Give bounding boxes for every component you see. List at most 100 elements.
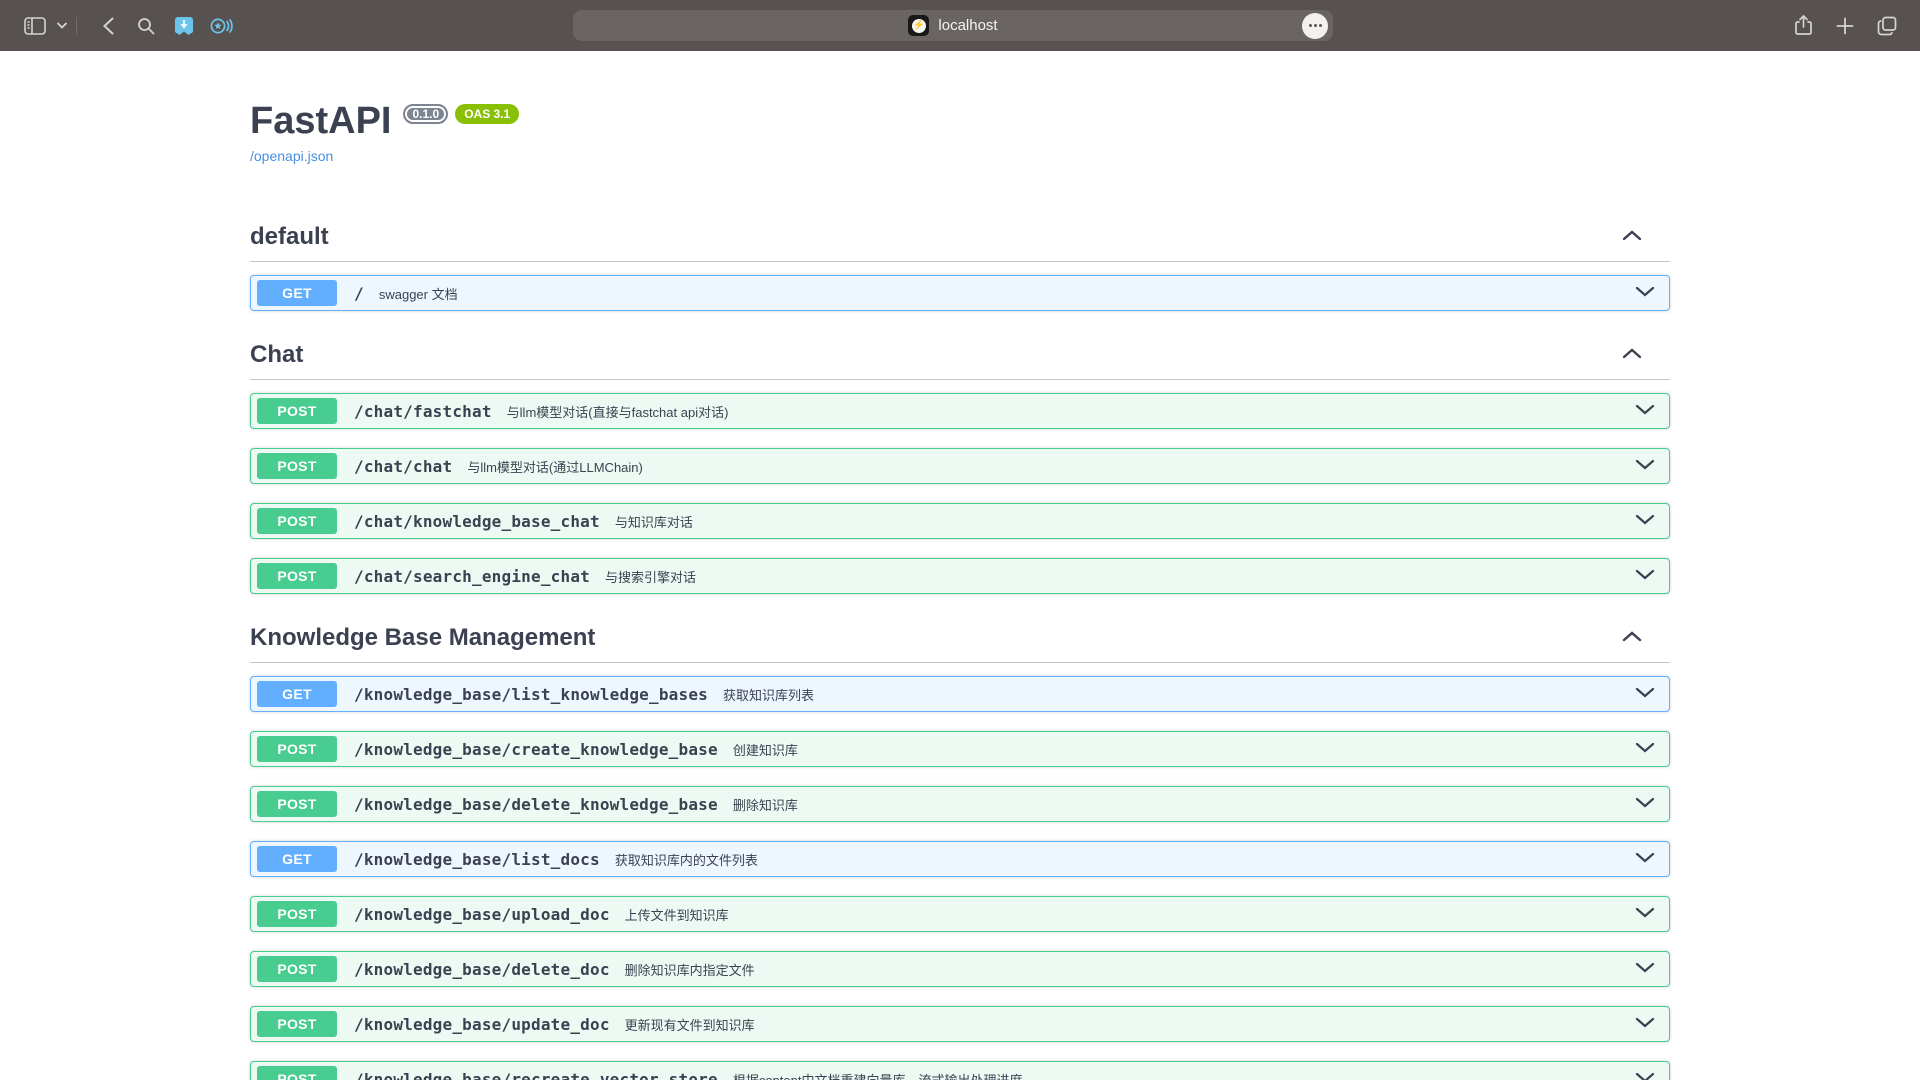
pinned-tab-bookmark-icon[interactable] [167, 9, 201, 43]
site-favicon: ⚡ [908, 15, 929, 36]
oas-badge: OAS 3.1 [455, 104, 519, 124]
search-icon[interactable] [129, 9, 163, 43]
new-tab-icon[interactable] [1828, 9, 1862, 43]
chevron-down-icon[interactable] [1635, 457, 1655, 475]
endpoint-path: /knowledge_base/list_knowledge_bases [354, 685, 708, 704]
endpoint-row[interactable]: POST/knowledge_base/delete_knowledge_bas… [250, 786, 1670, 822]
method-badge: GET [257, 280, 337, 306]
endpoint-summary: swagger 文档 [379, 284, 458, 303]
method-badge: POST [257, 1011, 337, 1037]
endpoint-row[interactable]: GET/knowledge_base/list_docs获取知识库内的文件列表 [250, 841, 1670, 877]
endpoint-summary: 与搜索引擎对话 [605, 567, 696, 586]
api-section: Knowledge Base Management GET/knowledge_b… [250, 613, 1670, 1080]
section-header[interactable]: Knowledge Base Management [250, 613, 1670, 663]
endpoint-path: /knowledge_base/delete_doc [354, 960, 610, 979]
section-header[interactable]: Chat [250, 330, 1670, 380]
chevron-up-icon[interactable] [1622, 629, 1642, 647]
method-badge: GET [257, 846, 337, 872]
section-header[interactable]: default [250, 212, 1670, 262]
endpoint-summary: 根据content中文档重建向量库，流式输出处理进度。 [733, 1070, 1036, 1080]
page-title: FastAPI [250, 101, 391, 141]
chevron-down-icon[interactable] [1635, 905, 1655, 923]
method-badge: POST [257, 563, 337, 589]
endpoint-summary: 与知识库对话 [615, 512, 693, 531]
toolbar-divider [76, 17, 77, 35]
api-info: FastAPI 0.1.0 OAS 3.1 [250, 101, 1670, 141]
endpoint-summary: 删除知识库 [733, 795, 798, 814]
endpoint-row[interactable]: POST/knowledge_base/upload_doc 上传文件到知识库 [250, 896, 1670, 932]
openapi-json-link[interactable]: /openapi.json [250, 148, 333, 164]
extension-ellipsis-icon[interactable] [1302, 13, 1328, 39]
chevron-down-icon[interactable] [1635, 740, 1655, 758]
chevron-down-icon[interactable] [52, 9, 72, 43]
endpoint-row[interactable]: POST/chat/search_engine_chat 与搜索引擎对话 [250, 558, 1670, 594]
chevron-down-icon[interactable] [1635, 685, 1655, 703]
endpoint-summary: 创建知识库 [733, 740, 798, 759]
version-badge: 0.1.0 [403, 104, 448, 124]
endpoint-row[interactable]: POST/chat/chat 与llm模型对话(通过LLMChain) [250, 448, 1670, 484]
endpoint-path: /chat/fastchat [354, 402, 492, 421]
url-text: localhost [938, 17, 997, 34]
chevron-down-icon[interactable] [1635, 960, 1655, 978]
method-badge: POST [257, 736, 337, 762]
sidebar-icon[interactable] [18, 9, 52, 43]
swagger-page: FastAPI 0.1.0 OAS 3.1 /openapi.json defa… [250, 51, 1670, 1080]
method-badge: POST [257, 956, 337, 982]
endpoint-row[interactable]: GET/knowledge_base/list_knowledge_bases 获… [250, 676, 1670, 712]
back-icon[interactable] [91, 9, 125, 43]
endpoint-path: /knowledge_base/update_doc [354, 1015, 610, 1034]
endpoint-path: /chat/knowledge_base_chat [354, 512, 600, 531]
endpoint-summary: 获取知识库列表 [723, 685, 814, 704]
endpoint-path: /knowledge_base/recreate_vector_store [354, 1070, 718, 1080]
chevron-down-icon[interactable] [1635, 402, 1655, 420]
chevron-down-icon[interactable] [1635, 795, 1655, 813]
endpoint-row[interactable]: GET / swagger 文档 [250, 275, 1670, 311]
method-badge: POST [257, 453, 337, 479]
endpoint-row[interactable]: POST/knowledge_base/update_doc 更新现有文件到知识库 [250, 1006, 1670, 1042]
endpoint-path: /knowledge_base/delete_knowledge_base [354, 795, 718, 814]
chevron-down-icon[interactable] [1635, 567, 1655, 585]
endpoint-row[interactable]: POST/chat/fastchat与llm模型对话(直接与fastchat a… [250, 393, 1670, 429]
chevron-up-icon[interactable] [1622, 228, 1642, 246]
chevron-down-icon[interactable] [1635, 850, 1655, 868]
endpoint-path: /knowledge_base/list_docs [354, 850, 600, 869]
chevron-down-icon[interactable] [1635, 284, 1655, 302]
chevron-down-icon[interactable] [1635, 1070, 1655, 1080]
method-badge: POST [257, 791, 337, 817]
method-badge: POST [257, 901, 337, 927]
endpoint-row[interactable]: POST/knowledge_base/create_knowledge_bas… [250, 731, 1670, 767]
endpoint-row[interactable]: POST/knowledge_base/delete_doc 删除知识库内指定文件 [250, 951, 1670, 987]
method-badge: POST [257, 508, 337, 534]
api-section: default GET / swagger 文档 [250, 212, 1670, 311]
endpoint-path: /chat/chat [354, 457, 452, 476]
pinned-tab-live-icon[interactable] [205, 9, 239, 43]
endpoint-list: POST/chat/fastchat与llm模型对话(直接与fastchat a… [250, 380, 1670, 594]
endpoint-path: /knowledge_base/upload_doc [354, 905, 610, 924]
endpoint-summary: 上传文件到知识库 [625, 905, 729, 924]
api-sections: default GET / swagger 文档 Chat POST/chat/fastc… [250, 212, 1670, 1080]
endpoint-summary: 更新现有文件到知识库 [625, 1015, 755, 1034]
share-icon[interactable] [1786, 9, 1820, 43]
chevron-down-icon[interactable] [1635, 1015, 1655, 1033]
endpoint-list: GET/knowledge_base/list_knowledge_bases 获… [250, 663, 1670, 1080]
endpoint-row[interactable]: POST/knowledge_base/recreate_vector_stor… [250, 1061, 1670, 1080]
endpoint-path: /knowledge_base/create_knowledge_base [354, 740, 718, 759]
endpoint-path: / [354, 284, 364, 303]
method-badge: POST [257, 398, 337, 424]
tab-overview-icon[interactable] [1870, 9, 1904, 43]
section-title: Chat [250, 340, 303, 369]
lightning-icon: ⚡ [912, 19, 926, 33]
chevron-down-icon[interactable] [1635, 512, 1655, 530]
method-badge: POST [257, 1066, 337, 1080]
chevron-up-icon[interactable] [1622, 346, 1642, 364]
section-title: default [250, 222, 329, 251]
api-section: Chat POST/chat/fastchat与llm模型对话(直接与fastch… [250, 330, 1670, 594]
endpoint-summary: 与llm模型对话(通过LLMChain) [467, 457, 643, 476]
endpoint-path: /chat/search_engine_chat [354, 567, 590, 586]
address-bar[interactable]: ⚡ localhost [573, 10, 1333, 41]
endpoint-list: GET / swagger 文档 [250, 262, 1670, 311]
method-badge: GET [257, 681, 337, 707]
endpoint-summary: 删除知识库内指定文件 [625, 960, 755, 979]
section-title: Knowledge Base Management [250, 623, 595, 652]
endpoint-row[interactable]: POST/chat/knowledge_base_chat 与知识库对话 [250, 503, 1670, 539]
